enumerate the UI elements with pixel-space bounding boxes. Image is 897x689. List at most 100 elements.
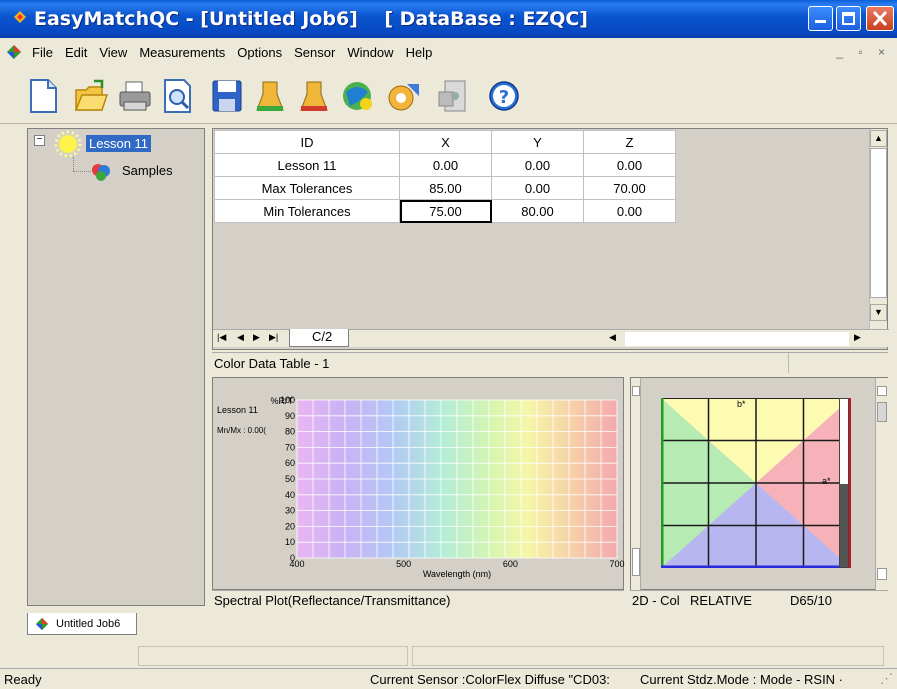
- minimize-button[interactable]: [808, 6, 833, 31]
- menu-options[interactable]: Options: [231, 45, 288, 60]
- column-header-y[interactable]: Y: [491, 130, 584, 154]
- menu-view[interactable]: View: [93, 45, 133, 60]
- first-sheet-icon[interactable]: |◀: [217, 332, 226, 343]
- sensor-settings-icon[interactable]: [387, 78, 421, 114]
- row-id-cell[interactable]: Lesson 11: [214, 153, 400, 177]
- z-cell[interactable]: 0.00: [583, 199, 676, 223]
- ready-status: Ready: [4, 672, 42, 687]
- color-plot-right-scrollbar[interactable]: [875, 378, 888, 590]
- z-cell[interactable]: 70.00: [583, 176, 676, 200]
- open-folder-icon[interactable]: [74, 78, 108, 114]
- spectral-plot-panel: 100 90 80 70 60 50 40 30 20 10 0 400 500 600 700 Wavele…: [212, 377, 625, 590]
- column-header-x[interactable]: X: [399, 130, 492, 154]
- menu-measurements[interactable]: Measurements: [133, 45, 231, 60]
- print-preview-icon[interactable]: [160, 78, 194, 114]
- grid-status-pane: [788, 353, 888, 373]
- export-icon[interactable]: [437, 78, 471, 114]
- x-tick-label: 400: [289, 559, 304, 569]
- y-axis-unit: %R/T: [271, 396, 294, 406]
- new-document-icon[interactable]: [26, 78, 60, 114]
- maximize-button[interactable]: [836, 6, 861, 31]
- document-tab[interactable]: Untitled Job6: [27, 613, 137, 635]
- document-tab-icon: [35, 617, 49, 630]
- row-id-cell[interactable]: Max Tolerances: [214, 176, 400, 200]
- tree-collapse-toggle[interactable]: −: [34, 135, 45, 146]
- color-plot-status-bar: 2D - Col RELATIVE D65/10: [630, 590, 888, 610]
- close-button[interactable]: [866, 6, 894, 31]
- column-header-z[interactable]: Z: [583, 130, 676, 154]
- x-tick-label: 600: [503, 559, 518, 569]
- y-tick-label: 90: [285, 411, 295, 421]
- row-id-cell[interactable]: Min Tolerances: [214, 199, 400, 223]
- toolbar: ?: [0, 66, 897, 124]
- app-logo-icon: [14, 11, 26, 23]
- window-title: EasyMatchQC - [Untitled Job6] [ DataBase…: [34, 8, 588, 30]
- menu-sensor[interactable]: Sensor: [288, 45, 341, 60]
- last-sheet-icon[interactable]: ▶|: [269, 332, 278, 343]
- save-icon[interactable]: [210, 78, 244, 114]
- lightness-bar: [839, 398, 849, 568]
- color-plot-left-scrollbar[interactable]: [631, 378, 641, 590]
- color-plot-mode-label: 2D - Col: [632, 593, 680, 608]
- scroll-down-icon[interactable]: ▼: [870, 304, 887, 321]
- help-icon[interactable]: ?: [487, 78, 521, 114]
- illuminant-label: D65/10: [790, 593, 832, 608]
- menu-help[interactable]: Help: [400, 45, 439, 60]
- menu-bar: File Edit View Measurements Options Sens…: [0, 38, 897, 66]
- sheet-tab[interactable]: C/2: [289, 329, 350, 347]
- read-sample-icon[interactable]: [340, 78, 374, 114]
- scroll-thumb[interactable]: [870, 148, 887, 298]
- sun-icon: [54, 130, 82, 158]
- horizontal-scroll-track[interactable]: [625, 332, 849, 346]
- x-cell[interactable]: 0.00: [399, 153, 492, 177]
- status-pane-2: [412, 646, 884, 666]
- menu-file[interactable]: File: [26, 45, 59, 60]
- y-tick-label: 30: [285, 506, 295, 516]
- job-tree-panel: − Lesson 11 Samples: [27, 128, 205, 606]
- menu-window[interactable]: Window: [341, 45, 399, 60]
- samples-icon: [92, 164, 110, 181]
- y-tick-label: 50: [285, 474, 295, 484]
- standardize-icon[interactable]: [253, 78, 287, 114]
- x-tick-label: 700: [609, 559, 624, 569]
- prev-sheet-icon[interactable]: ◀: [237, 332, 244, 343]
- color-plot-relative-label: RELATIVE: [690, 593, 752, 608]
- svg-text:?: ?: [499, 87, 509, 108]
- color-data-table: ID X Y Z Lesson 11 0.00 0.00 0.00 Max To…: [214, 130, 676, 223]
- print-icon[interactable]: [118, 78, 152, 114]
- menu-edit[interactable]: Edit: [59, 45, 93, 60]
- z-cell[interactable]: 0.00: [583, 153, 676, 177]
- scroll-up-icon[interactable]: ▲: [870, 130, 887, 147]
- x-cell[interactable]: 85.00: [399, 176, 492, 200]
- scroll-left-icon[interactable]: ◀: [609, 332, 616, 343]
- y-cell[interactable]: 80.00: [491, 199, 584, 223]
- x-tick-label: 500: [396, 559, 411, 569]
- document-menu-icon[interactable]: [6, 44, 22, 60]
- tree-node-samples[interactable]: Samples: [122, 163, 173, 178]
- close-icon: [872, 10, 888, 27]
- table-row: Min Tolerances 75.00 80.00 0.00: [214, 199, 676, 223]
- sheet-navigator: |◀ ◀ ▶ ▶| C/2 ◀ ▶: [213, 329, 889, 347]
- grid-status-bar: Color Data Table - 1: [212, 352, 888, 374]
- y-tick-label: 20: [285, 521, 295, 531]
- table-row: Lesson 11 0.00 0.00 0.00: [214, 153, 676, 177]
- grid-vertical-scrollbar[interactable]: ▲ ▼: [869, 129, 887, 329]
- column-header-id[interactable]: ID: [214, 130, 400, 154]
- y-cell[interactable]: 0.00: [491, 176, 584, 200]
- y-tick-label: 40: [285, 490, 295, 500]
- a-axis-label: a*: [822, 476, 831, 486]
- app-window: EasyMatchQC - [Untitled Job6] [ DataBase…: [0, 0, 897, 689]
- status-pane-1: [138, 646, 408, 666]
- stdz-mode-status: Current Stdz.Mode : Mode - RSIN ·: [640, 672, 844, 687]
- sensor-status: Current Sensor :ColorFlex Diffuse "CD03:: [370, 672, 610, 687]
- table-header-row: ID X Y Z: [214, 130, 676, 154]
- standardize-check-icon[interactable]: [297, 78, 331, 114]
- tree-node-lesson[interactable]: Lesson 11: [86, 135, 152, 152]
- y-cell[interactable]: 0.00: [491, 153, 584, 177]
- x-cell-selected[interactable]: 75.00: [399, 199, 492, 223]
- resize-grip-icon[interactable]: ⋰: [880, 671, 893, 687]
- next-sheet-icon[interactable]: ▶: [253, 332, 260, 343]
- y-tick-label: 10: [285, 537, 295, 547]
- scroll-right-icon[interactable]: ▶: [854, 332, 861, 343]
- mdi-controls[interactable]: _ ▫ ×: [836, 45, 891, 59]
